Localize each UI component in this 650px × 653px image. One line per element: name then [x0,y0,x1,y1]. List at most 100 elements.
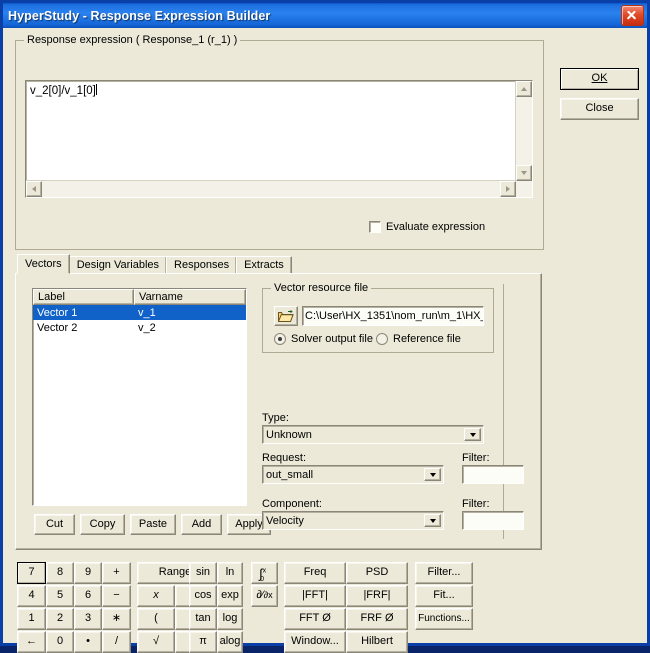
request-filter-input[interactable] [462,465,524,484]
cell-label: Vector 2 [33,322,134,334]
add-button[interactable]: Add [181,514,222,535]
chevron-down-icon[interactable] [424,514,441,527]
solver-output-file-radio-row[interactable]: Solver output file [274,333,373,345]
reference-file-radio-row[interactable]: Reference file [376,333,461,345]
partial-derivative-icon[interactable]: ∂⁄∂x [251,585,278,607]
key-x[interactable]: x [137,585,175,607]
ok-button[interactable]: OK [560,68,639,90]
key-3[interactable]: 3 [74,608,102,630]
table-row[interactable]: Vector 2 v_2 [33,320,246,335]
tab-extracts[interactable]: Extracts [236,256,292,274]
component-value: Velocity [266,515,304,527]
key-4[interactable]: 4 [17,585,46,607]
key-frf-phase[interactable]: FRF Ø [346,608,408,630]
add-button-label: Add [192,519,212,531]
key-open-paren[interactable]: ( [137,608,175,630]
response-expression-builder-window: HyperStudy - Response Expression Builder… [0,0,650,646]
evaluate-expression-checkbox[interactable] [369,221,381,233]
scrollbar-corner [516,181,532,197]
scroll-down-button[interactable] [516,165,532,181]
key-psd[interactable]: PSD [346,562,408,584]
fit-button[interactable]: Fit... [415,585,473,607]
scroll-right-button[interactable] [500,181,516,197]
close-button-label: Close [585,103,613,115]
open-folder-icon[interactable] [274,306,298,326]
key-frf-magnitude[interactable]: |FRF| [346,585,408,607]
cell-varname: v_2 [134,322,246,334]
key-backspace[interactable]: ← [17,631,46,653]
close-button[interactable]: Close [560,98,639,120]
functions-button[interactable]: Functions... [415,608,473,630]
column-header-varname[interactable]: Varname [134,289,246,305]
key-7[interactable]: 7 [17,562,46,584]
key-6[interactable]: 6 [74,585,102,607]
key-window[interactable]: Window... [284,631,346,653]
column-header-label[interactable]: Label [33,289,134,305]
tab-vectors-label: Vectors [25,258,62,270]
vector-resource-path-value: C:\User\HX_1351\nom_run\m_1\HX_1351 [305,310,484,322]
key-plus[interactable]: + [102,562,131,584]
vector-resource-path-input[interactable]: C:\User\HX_1351\nom_run\m_1\HX_1351 [302,306,484,326]
vectors-tab-panel: Label Varname Vector 1 v_1 Vector 2 v_2 [15,273,542,550]
vector-list-header: Label Varname [33,289,246,305]
tab-vectors[interactable]: Vectors [17,254,70,274]
chevron-down-icon[interactable] [464,428,481,441]
cut-button[interactable]: Cut [34,514,75,535]
key-multiply[interactable]: ∗ [102,608,131,630]
copy-button[interactable]: Copy [80,514,125,535]
expression-vscrollbar[interactable] [515,81,532,181]
key-sin-fn[interactable]: sin [189,562,217,584]
component-label: Component: [262,498,322,510]
tab-design-variables[interactable]: Design Variables [69,256,167,274]
key-1[interactable]: 1 [17,608,46,630]
scroll-up-button[interactable] [516,81,532,97]
key-hilbert[interactable]: Hilbert [346,631,408,653]
key-exp-fn[interactable]: exp [217,585,243,607]
key-ln-fn[interactable]: ln [217,562,243,584]
evaluate-expression-row[interactable]: Evaluate expression [369,221,485,233]
vector-resource-file-legend: Vector resource file [271,282,371,294]
request-dropdown[interactable]: out_small [262,465,444,484]
key-divide[interactable]: / [102,631,131,653]
key-fft-phase[interactable]: FFT Ø [284,608,346,630]
expression-textarea[interactable]: v_2[0]/v_1[0] [25,80,533,198]
component-dropdown[interactable]: Velocity [262,511,444,530]
key-0[interactable]: 0 [46,631,74,653]
key-2[interactable]: 2 [46,608,74,630]
key-8[interactable]: 8 [46,562,74,584]
key-5[interactable]: 5 [46,585,74,607]
expression-text: v_2[0]/v_1[0] [30,84,97,97]
key-minus[interactable]: − [102,585,131,607]
key-pi[interactable]: π [189,631,217,653]
key-freq[interactable]: Freq [284,562,346,584]
type-value: Unknown [266,429,312,441]
response-expression-legend: Response expression ( Response_1 (r_1) ) [24,34,240,46]
chevron-down-icon[interactable] [424,468,441,481]
vector-list[interactable]: Label Varname Vector 1 v_1 Vector 2 v_2 [32,288,247,506]
paste-button[interactable]: Paste [130,514,176,535]
key-decimal[interactable]: • [74,631,102,653]
expression-hscrollbar[interactable] [26,180,516,197]
key-alog-fn[interactable]: alog [217,631,243,653]
tab-design-variables-label: Design Variables [77,259,159,271]
key-cos-fn[interactable]: cos [189,585,217,607]
key-tan-fn[interactable]: tan [189,608,217,630]
request-label: Request: [262,452,306,464]
solver-output-file-radio[interactable] [274,333,286,345]
table-row[interactable]: Vector 1 v_1 [33,305,246,320]
key-sqrt[interactable]: √ [137,631,175,653]
solver-output-file-label: Solver output file [291,333,373,345]
integral-icon[interactable]: ∫x0 [251,562,278,584]
filter-button[interactable]: Filter... [415,562,473,584]
tab-responses[interactable]: Responses [166,256,237,274]
type-dropdown[interactable]: Unknown [262,425,484,444]
component-filter-input[interactable] [462,511,524,530]
key-log-fn[interactable]: log [217,608,243,630]
key-9[interactable]: 9 [74,562,102,584]
scroll-left-button[interactable] [26,181,42,197]
tab-responses-label: Responses [174,259,229,271]
key-fft-magnitude[interactable]: |FFT| [284,585,346,607]
close-icon[interactable] [621,5,644,26]
cut-button-label: Cut [46,519,63,531]
reference-file-radio[interactable] [376,333,388,345]
